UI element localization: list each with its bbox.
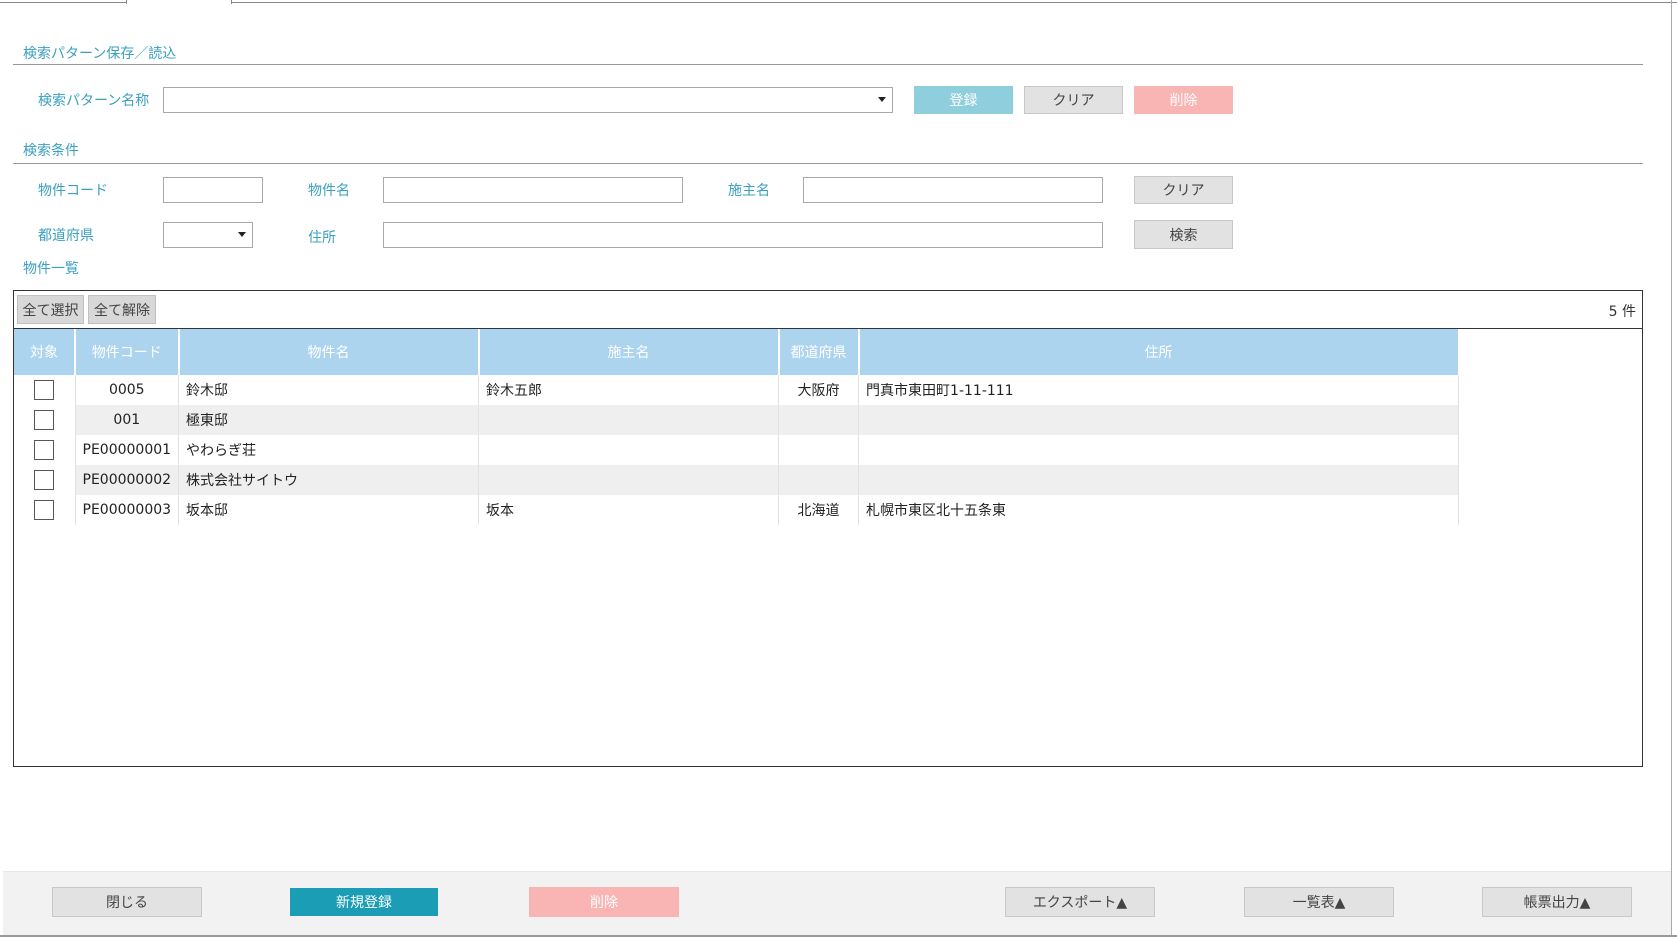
form-output-button[interactable]: 帳票出力▲ — [1482, 887, 1632, 917]
cell-owner — [478, 435, 780, 465]
cell-owner — [478, 405, 780, 435]
deselect-all-button[interactable]: 全て解除 — [88, 295, 156, 324]
chevron-down-icon — [878, 97, 886, 102]
table-row[interactable]: 0005 鈴木邸 鈴木五郎 大阪府 門真市東田町1-11-111 — [14, 375, 1460, 405]
search-clear-button[interactable]: クリア — [1134, 176, 1233, 204]
address-label: 住所 — [308, 230, 336, 246]
row-checkbox[interactable] — [34, 440, 55, 460]
list-report-button[interactable]: 一覧表▲ — [1244, 887, 1394, 917]
row-select-cell — [14, 465, 76, 495]
search-button[interactable]: 検索 — [1134, 220, 1233, 249]
row-checkbox[interactable] — [34, 470, 55, 490]
grid-toolbar: 全て選択 全て解除 5 件 — [14, 291, 1642, 329]
window-right-edge — [1671, 0, 1672, 937]
property-code-label: 物件コード — [38, 183, 108, 199]
column-header-code[interactable]: 物件コード — [75, 329, 180, 375]
new-register-button[interactable]: 新規登録 — [290, 888, 438, 916]
prefecture-select[interactable] — [163, 222, 253, 248]
pattern-name-label: 検索パターン名称 — [38, 93, 150, 109]
table-header-row: 対象 物件コード 物件名 施主名 都道府県 住所 — [14, 329, 1460, 375]
property-name-input[interactable] — [383, 177, 683, 203]
owner-name-input[interactable] — [803, 177, 1103, 203]
row-select-cell — [14, 405, 76, 435]
pattern-clear-button[interactable]: クリア — [1024, 86, 1123, 114]
pattern-delete-button[interactable]: 削除 — [1134, 86, 1233, 114]
table-row[interactable]: PE00000001 やわらぎ荘 — [14, 435, 1460, 465]
pattern-section-title: 検索パターン保存／読込 — [23, 46, 177, 62]
cell-prefecture — [778, 435, 860, 465]
pattern-section-divider — [13, 64, 1643, 65]
row-select-cell — [14, 375, 76, 405]
table-row[interactable]: PE00000002 株式会社サイトウ — [14, 465, 1460, 495]
row-checkbox[interactable] — [34, 410, 55, 430]
property-code-input[interactable] — [163, 177, 263, 203]
address-input[interactable] — [383, 222, 1103, 248]
row-select-cell — [14, 435, 76, 465]
cell-owner: 鈴木五郎 — [478, 375, 780, 405]
cell-owner — [478, 465, 780, 495]
export-button[interactable]: エクスポート▲ — [1005, 887, 1155, 917]
record-count: 5 件 — [1608, 304, 1636, 320]
prefecture-label: 都道府県 — [38, 228, 94, 244]
search-section-divider — [13, 163, 1643, 164]
delete-button[interactable]: 削除 — [529, 887, 679, 917]
column-header-owner[interactable]: 施主名 — [478, 329, 780, 375]
select-all-button[interactable]: 全て選択 — [17, 295, 84, 324]
cell-name: 鈴木邸 — [178, 375, 480, 405]
cell-owner: 坂本 — [478, 495, 780, 525]
cell-code: PE00000002 — [75, 465, 180, 495]
column-header-name[interactable]: 物件名 — [178, 329, 480, 375]
table-row[interactable]: 001 極東邸 — [14, 405, 1460, 435]
chevron-down-icon — [238, 232, 246, 237]
cell-prefecture — [778, 405, 860, 435]
cell-address: 門真市東田町1-11-111 — [858, 375, 1460, 405]
cell-address: 札幌市東区北十五条東 — [858, 495, 1460, 525]
tab-strip-line — [0, 2, 1677, 3]
cell-address — [858, 465, 1460, 495]
table-row[interactable]: PE00000003 坂本邸 坂本 北海道 札幌市東区北十五条東 — [14, 495, 1460, 525]
cell-name: やわらぎ荘 — [178, 435, 480, 465]
cell-prefecture — [778, 465, 860, 495]
property-table: 対象 物件コード 物件名 施主名 都道府県 住所 0005 鈴木邸 鈴木五郎 大… — [14, 329, 1460, 525]
row-checkbox[interactable] — [34, 380, 55, 400]
row-select-cell — [14, 495, 76, 525]
row-checkbox[interactable] — [34, 500, 55, 520]
cell-code: 0005 — [75, 375, 180, 405]
list-section-title: 物件一覧 — [23, 261, 79, 277]
active-tab[interactable] — [126, 0, 232, 4]
column-header-address[interactable]: 住所 — [858, 329, 1460, 375]
cell-name: 株式会社サイトウ — [178, 465, 480, 495]
cell-code: PE00000001 — [75, 435, 180, 465]
property-list-grid: 全て選択 全て解除 5 件 対象 物件コード 物件名 施主名 都道府県 住所 0… — [13, 290, 1643, 767]
cell-name: 極東邸 — [178, 405, 480, 435]
cell-name: 坂本邸 — [178, 495, 480, 525]
cell-prefecture: 北海道 — [778, 495, 860, 525]
cell-prefecture: 大阪府 — [778, 375, 860, 405]
cell-code: 001 — [75, 405, 180, 435]
property-name-label: 物件名 — [308, 183, 350, 199]
owner-name-label: 施主名 — [728, 183, 770, 199]
column-header-prefecture[interactable]: 都道府県 — [778, 329, 860, 375]
cell-address — [858, 435, 1460, 465]
footer-action-bar: 閉じる 新規登録 削除 エクスポート▲ 一覧表▲ 帳票出力▲ — [3, 871, 1671, 935]
pattern-name-select[interactable] — [163, 87, 893, 113]
pattern-register-button[interactable]: 登録 — [914, 86, 1013, 114]
search-section-title: 検索条件 — [23, 143, 79, 159]
close-button[interactable]: 閉じる — [52, 887, 202, 917]
cell-code: PE00000003 — [75, 495, 180, 525]
cell-address — [858, 405, 1460, 435]
column-header-target[interactable]: 対象 — [14, 329, 76, 375]
